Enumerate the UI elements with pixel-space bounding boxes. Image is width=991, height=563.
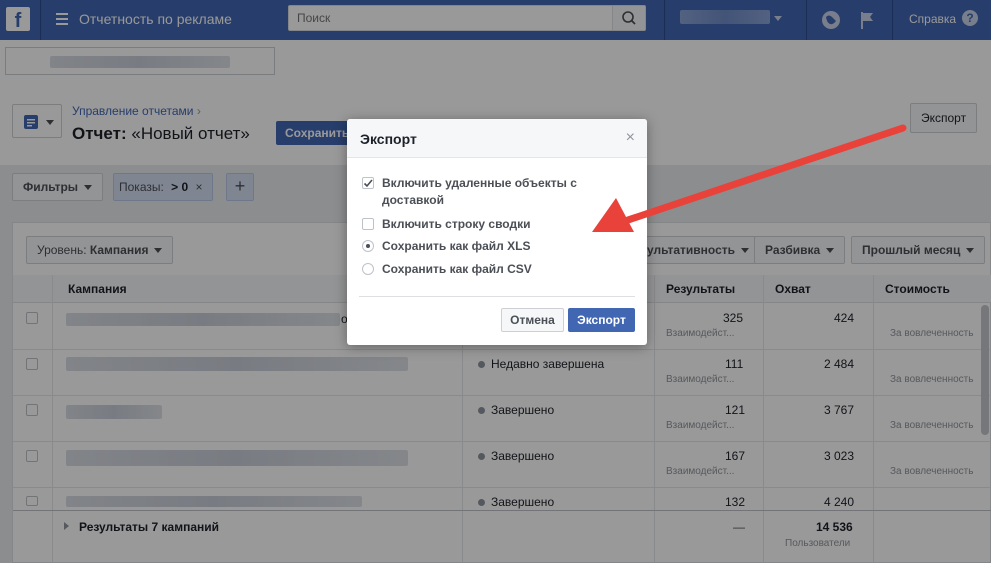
confirm-export-button[interactable]: Экспорт xyxy=(568,308,635,332)
option-include-summary[interactable]: Включить строку сводки xyxy=(362,216,530,233)
option-include-deleted[interactable]: Включить удаленные объекты с доставкой xyxy=(362,175,602,209)
option-include-summary-label: Включить строку сводки xyxy=(382,217,531,231)
checkmark-icon xyxy=(363,179,373,188)
cancel-button[interactable]: Отмена xyxy=(501,308,564,332)
checkbox-include-summary[interactable] xyxy=(362,218,374,230)
option-save-xls[interactable]: Сохранить как файл XLS xyxy=(362,238,530,255)
checkbox-include-deleted[interactable] xyxy=(362,177,374,189)
dialog-title: Экспорт xyxy=(360,131,417,147)
divider xyxy=(359,296,635,297)
modal-backdrop-top xyxy=(0,0,991,40)
option-include-deleted-label: Включить удаленные объекты с доставкой xyxy=(382,176,577,207)
close-icon[interactable]: × xyxy=(626,129,635,147)
dialog-header: Экспорт × xyxy=(347,119,647,158)
option-save-csv[interactable]: Сохранить как файл CSV xyxy=(362,261,532,278)
option-save-xls-label: Сохранить как файл XLS xyxy=(382,239,531,253)
radio-csv[interactable] xyxy=(362,263,374,275)
option-save-csv-label: Сохранить как файл CSV xyxy=(382,262,532,276)
radio-xls[interactable] xyxy=(362,240,374,252)
export-dialog: Экспорт × Включить удаленные объекты с д… xyxy=(347,119,647,345)
